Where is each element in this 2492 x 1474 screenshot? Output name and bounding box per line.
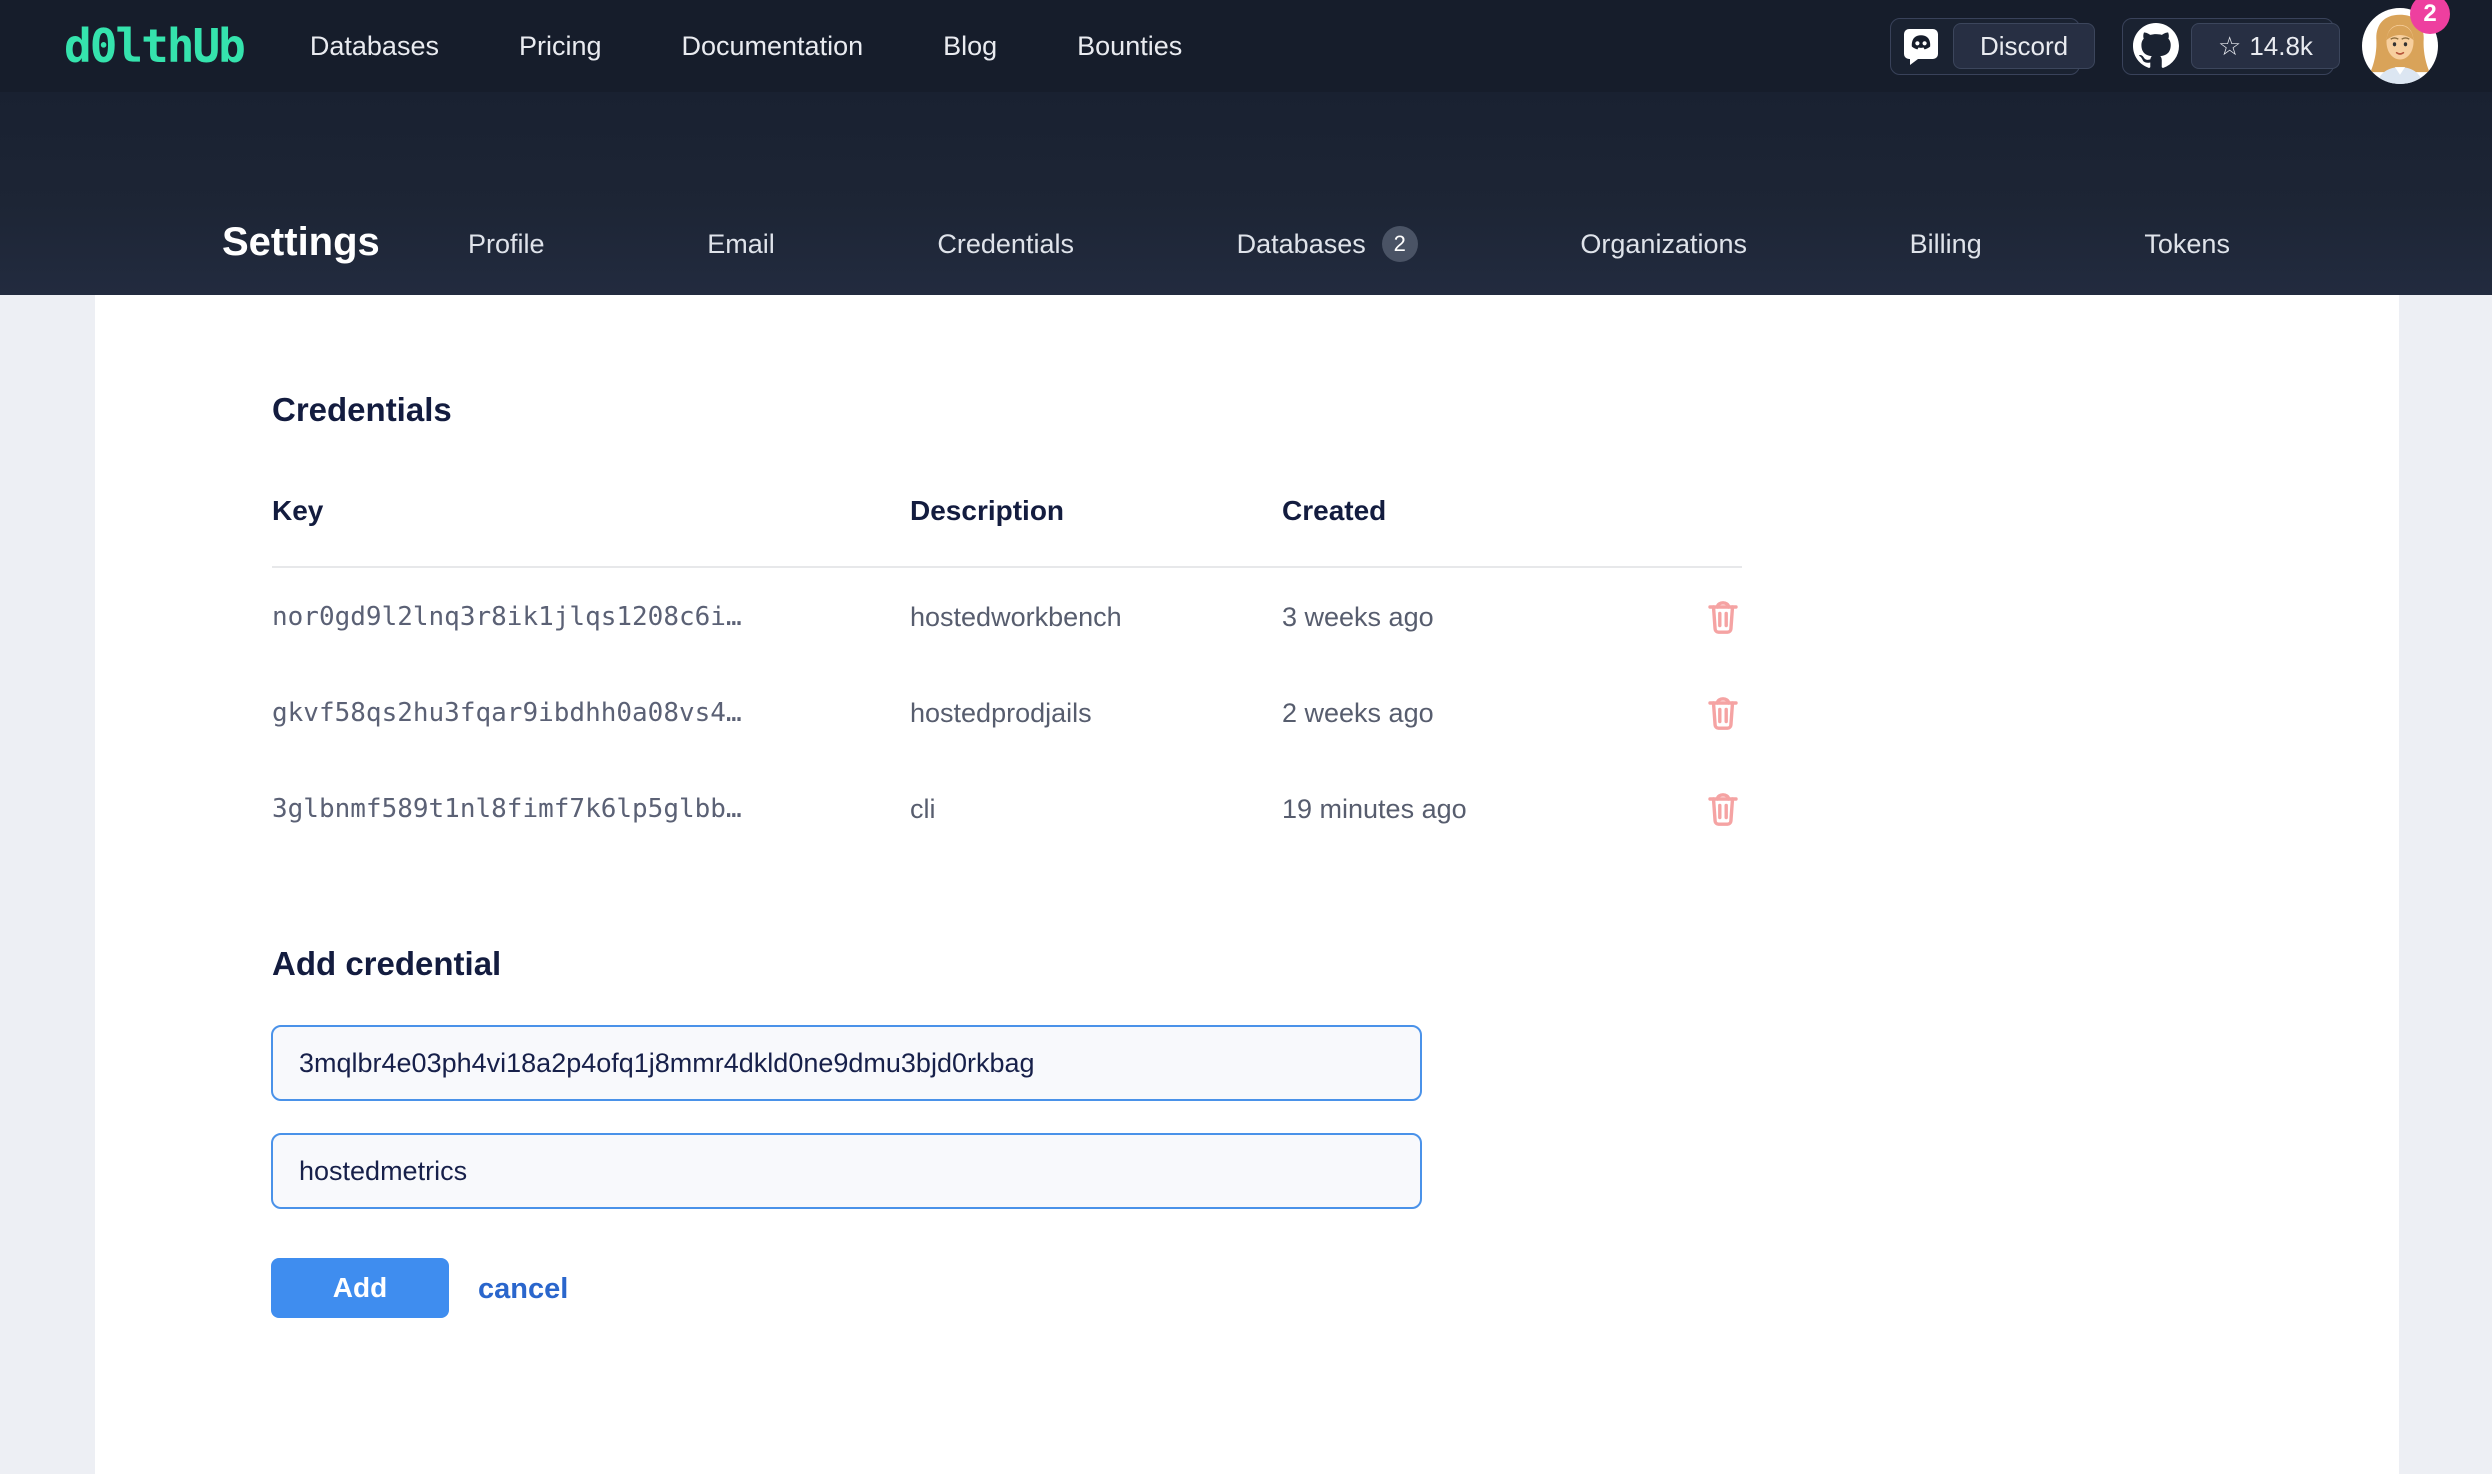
credential-row: gkvf58qs2hu3fqar9ibdhh0a08vs4… hostedpro… xyxy=(95,693,2399,733)
add-button[interactable]: Add xyxy=(271,1258,449,1318)
github-star-button[interactable]: ☆ 14.8k xyxy=(2122,18,2334,75)
credential-row: 3glbnmf589t1nl8fimf7k6lp5glbb… cli 19 mi… xyxy=(95,789,2399,829)
discord-icon xyxy=(1901,26,1941,66)
dolthub-logo[interactable]: d0lthUb xyxy=(64,19,244,73)
page-title: Settings xyxy=(222,220,380,265)
delete-credential-button[interactable] xyxy=(1703,789,1743,829)
delete-credential-button[interactable] xyxy=(1703,693,1743,733)
top-navbar: d0lthUb Databases Pricing Documentation … xyxy=(0,0,2492,92)
credential-description: cli xyxy=(910,789,936,829)
cancel-link[interactable]: cancel xyxy=(478,1273,568,1306)
tab-email[interactable]: Email xyxy=(707,229,775,260)
main-nav: Databases Pricing Documentation Blog Bou… xyxy=(310,31,1182,62)
tab-organizations[interactable]: Organizations xyxy=(1580,229,1747,260)
credential-created: 3 weeks ago xyxy=(1282,597,1434,637)
discord-label: Discord xyxy=(1953,23,2095,69)
settings-tabs: Profile Email Credentials Databases 2 Or… xyxy=(468,216,2230,272)
table-header-divider xyxy=(272,566,1742,568)
discord-button[interactable]: Discord xyxy=(1890,18,2080,75)
settings-content-card: Credentials Key Description Created nor0… xyxy=(95,295,2399,1474)
credential-created: 2 weeks ago xyxy=(1282,693,1434,733)
tab-databases[interactable]: Databases 2 xyxy=(1237,226,1418,262)
tab-profile[interactable]: Profile xyxy=(468,229,545,260)
credential-key: nor0gd9l2lnq3r8ik1jlqs1208c6i… xyxy=(272,597,742,637)
github-star-label: ☆ 14.8k xyxy=(2191,23,2340,69)
tab-tokens[interactable]: Tokens xyxy=(2144,229,2230,260)
nav-link-bounties[interactable]: Bounties xyxy=(1077,31,1182,62)
column-header-description: Description xyxy=(910,495,1064,527)
credential-description: hostedworkbench xyxy=(910,597,1122,637)
nav-link-databases[interactable]: Databases xyxy=(310,31,439,62)
star-icon: ☆ xyxy=(2218,31,2241,62)
nav-link-documentation[interactable]: Documentation xyxy=(682,31,864,62)
credential-created: 19 minutes ago xyxy=(1282,789,1467,829)
credential-description: hostedprodjails xyxy=(910,693,1092,733)
credential-row: nor0gd9l2lnq3r8ik1jlqs1208c6i… hostedwor… xyxy=(95,597,2399,637)
dolthub-settings-page: d0lthUb Databases Pricing Documentation … xyxy=(0,0,2492,1474)
github-icon xyxy=(2133,23,2179,69)
trash-icon xyxy=(1705,789,1741,829)
github-star-count: 14.8k xyxy=(2249,31,2313,62)
credential-description-input[interactable] xyxy=(271,1133,1422,1209)
column-header-key: Key xyxy=(272,495,323,527)
tab-billing[interactable]: Billing xyxy=(1910,229,1982,260)
credential-key-input[interactable] xyxy=(271,1025,1422,1101)
databases-count-badge: 2 xyxy=(1382,226,1418,262)
tab-credentials[interactable]: Credentials xyxy=(937,229,1074,260)
add-credential-heading: Add credential xyxy=(272,945,501,983)
user-avatar[interactable]: 2 xyxy=(2362,8,2438,84)
settings-header-band: Settings Profile Email Credentials Datab… xyxy=(0,92,2492,295)
nav-link-pricing[interactable]: Pricing xyxy=(519,31,602,62)
credential-key: gkvf58qs2hu3fqar9ibdhh0a08vs4… xyxy=(272,693,742,733)
navbar-right: Discord ☆ 14.8k xyxy=(1890,8,2492,84)
column-header-created: Created xyxy=(1282,495,1386,527)
nav-link-blog[interactable]: Blog xyxy=(943,31,997,62)
notification-badge[interactable]: 2 xyxy=(2410,0,2450,34)
credentials-heading: Credentials xyxy=(272,391,452,429)
trash-icon xyxy=(1705,693,1741,733)
credential-key: 3glbnmf589t1nl8fimf7k6lp5glbb… xyxy=(272,789,742,829)
trash-icon xyxy=(1705,597,1741,637)
delete-credential-button[interactable] xyxy=(1703,597,1743,637)
